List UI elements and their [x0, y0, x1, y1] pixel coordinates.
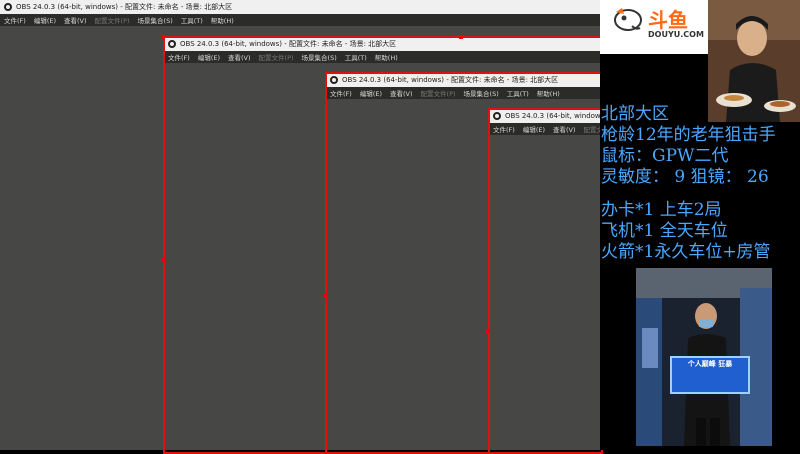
info-perk-2: 飞机*1 全天车位: [601, 221, 728, 241]
menu-tools[interactable]: 工具(T): [181, 15, 203, 25]
logo-text-cn: 斗鱼: [648, 8, 688, 32]
obs-titlebar: OBS 24.0.3 (64-bit, windows) - 配置文件: 未命名…: [0, 0, 600, 14]
info-perk-3: 火箭*1永久车位+房管: [601, 242, 771, 262]
info-mouse: 鼠标：GPW二代: [601, 146, 729, 166]
info-sensitivity: 灵敏度： 9 狙镜： 26: [601, 167, 769, 187]
streamer-info: 北部大区 枪龄12年的老年狙击手 鼠标：GPW二代 灵敏度： 9 狙镜： 26 …: [601, 104, 776, 263]
info-region: 北部大区: [601, 104, 669, 124]
douyu-logo: 斗鱼 DOUYU.COM: [600, 0, 708, 54]
resize-handle[interactable]: [161, 258, 165, 262]
resize-handle[interactable]: [459, 35, 463, 39]
resize-handle[interactable]: [486, 329, 490, 333]
menu-help[interactable]: 帮助(H): [211, 15, 234, 25]
info-perk-1: 办卡*1 上车2局: [601, 200, 722, 220]
obs-title-text: OBS 24.0.3 (64-bit, windows) - 配置文件: 未命名…: [16, 3, 233, 11]
menu-scene-collection[interactable]: 场景集合(S): [138, 15, 173, 25]
menu-edit[interactable]: 编辑(E): [34, 15, 56, 25]
obs-menubar: 文件(F) 编辑(E) 查看(V) 配置文件(P) 场景集合(S) 工具(T) …: [0, 14, 600, 26]
fish-mascot-icon: [614, 8, 642, 31]
resize-handle[interactable]: [161, 35, 165, 39]
menu-profile[interactable]: 配置文件(P): [95, 15, 130, 25]
info-experience: 枪龄12年的老年狙击手: [601, 125, 776, 145]
menu-file[interactable]: 文件(F): [4, 15, 26, 25]
menu-view[interactable]: 查看(V): [64, 15, 87, 25]
resize-handle[interactable]: [323, 293, 327, 297]
obs-logo-icon: [4, 3, 12, 11]
poster-banner: 个人巅峰 狂暴: [670, 356, 750, 394]
source-selection-frame: [488, 108, 603, 454]
streamer-photo: 个人巅峰 狂暴: [636, 268, 772, 446]
logo-text-en: DOUYU.COM: [648, 30, 704, 39]
poster-banner-text: 个人巅峰 狂暴: [687, 360, 733, 368]
